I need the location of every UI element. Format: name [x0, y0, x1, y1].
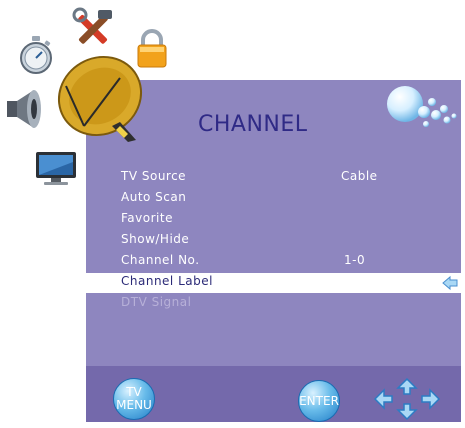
menu-item-value: 1-0 — [344, 253, 366, 267]
arrow-pad-icon[interactable] — [372, 376, 442, 422]
menu-item-label: Channel Label — [121, 274, 213, 288]
page-title: CHANNEL — [198, 112, 308, 137]
menu-item-label: DTV Signal — [121, 295, 192, 309]
tv-menu-button[interactable]: TV MENU — [113, 378, 155, 420]
arrow-right-icon — [442, 275, 458, 291]
menu-item-show-hide[interactable]: Show/Hide — [86, 231, 461, 251]
menu-item-channel-no[interactable]: Channel No. 1-0 — [86, 252, 461, 272]
menu-item-tv-source[interactable]: TV Source Cable — [86, 168, 461, 188]
monitor-icon[interactable] — [34, 150, 78, 186]
speaker-icon[interactable] — [4, 86, 44, 132]
menu-item-auto-scan[interactable]: Auto Scan — [86, 189, 461, 209]
menu-item-label: TV Source — [121, 169, 187, 183]
enter-button[interactable]: ENTER — [298, 380, 340, 422]
menu-item-label: Show/Hide — [121, 232, 190, 246]
stopwatch-icon[interactable] — [18, 34, 54, 76]
menu-item-label: Auto Scan — [121, 190, 187, 204]
tv-menu-line2: MENU — [116, 398, 152, 412]
menu-item-label: Favorite — [121, 211, 173, 225]
menu-item-channel-label[interactable]: Channel Label — [86, 273, 461, 293]
menu-item-dtv-signal: DTV Signal — [86, 294, 461, 314]
menu-item-favorite[interactable]: Favorite — [86, 210, 461, 230]
tools-icon[interactable] — [70, 6, 116, 52]
menu-item-label: Channel No. — [121, 253, 200, 267]
bubbles-icon — [387, 86, 457, 127]
menu-item-value: Cable — [341, 169, 378, 183]
enter-label: ENTER — [299, 393, 339, 408]
satellite-dish-icon[interactable] — [50, 48, 150, 148]
